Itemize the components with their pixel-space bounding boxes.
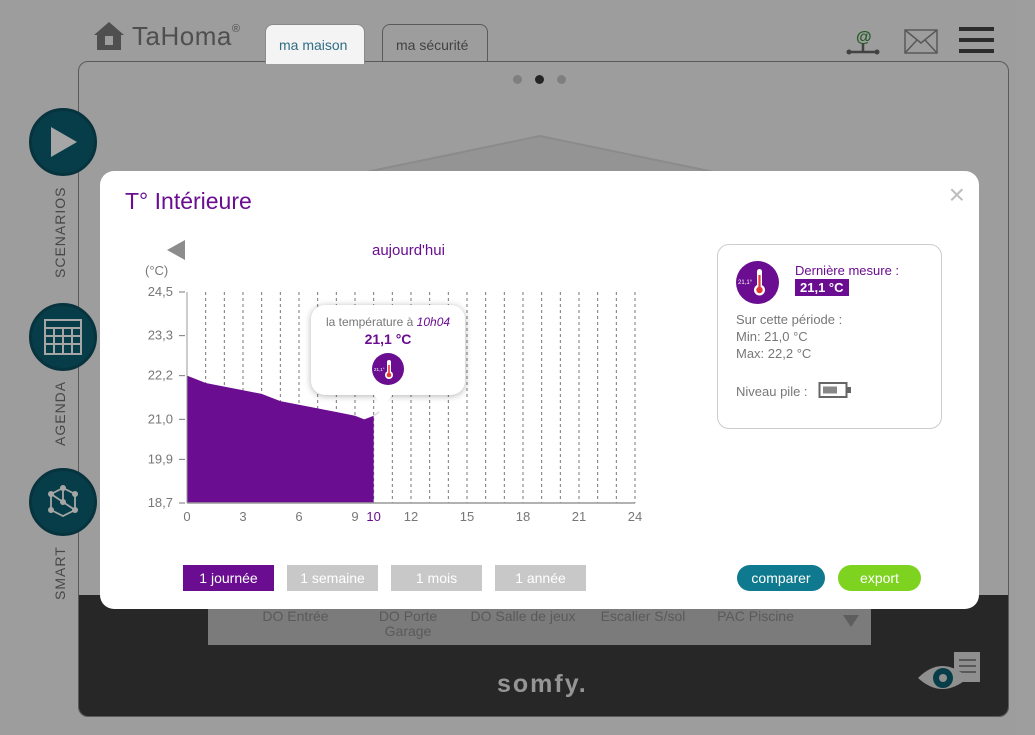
export-button[interactable]: export	[838, 565, 921, 591]
period-button-year[interactable]: 1 année	[495, 565, 586, 591]
x-tick-label: 21	[572, 509, 586, 524]
tooltip-value: 21,1 °C	[364, 331, 412, 347]
compare-button[interactable]: comparer	[737, 565, 825, 591]
y-tick-label: 19,9	[148, 451, 173, 466]
x-tick-label: 6	[295, 509, 302, 524]
y-tick-label: 23,3	[148, 328, 173, 343]
period-max-value: Max: 22,2 °C	[736, 346, 812, 361]
x-tick-label: 0	[183, 509, 190, 524]
svg-text:21,1°: 21,1°	[738, 280, 753, 286]
series-tail-line	[373, 411, 380, 417]
last-measure-value: 21,1 °C	[795, 279, 849, 296]
period-summary-label: Sur cette période :	[736, 312, 843, 327]
temperature-modal: T° Intérieure × 18,7 19,9 21,0 22,2 23,3 24,5…	[100, 171, 979, 609]
x-tick-label: 9	[351, 509, 358, 524]
tooltip-caption: la température à 10h04	[325, 315, 451, 329]
y-tick-label: 24,5	[148, 284, 173, 299]
period-label: aujourd'hui	[372, 242, 445, 259]
x-tick-label: 15	[460, 509, 474, 524]
period-selector: 1 journée 1 semaine 1 mois 1 année	[183, 565, 586, 591]
battery-level-label: Niveau pile :	[736, 384, 808, 399]
close-icon[interactable]: ×	[949, 181, 965, 209]
thermometer-icon: 21,1°	[736, 261, 779, 304]
x-tick-label: 24	[628, 509, 642, 524]
current-time-label: 10	[366, 509, 380, 524]
tab-ma-maison[interactable]: ma maison	[265, 24, 365, 64]
last-measure-label: Dernière mesure :	[795, 263, 900, 278]
y-tick-label: 22,2	[148, 368, 173, 383]
period-button-month[interactable]: 1 mois	[391, 565, 482, 591]
chart-tooltip: la température à 10h04 21,1 °C 21,1°	[311, 305, 465, 407]
y-tick-label: 18,7	[148, 495, 173, 510]
previous-period-icon[interactable]	[167, 240, 185, 260]
y-tick-label: 21,0	[148, 411, 173, 426]
x-tick-label: 3	[239, 509, 246, 524]
battery-icon	[818, 382, 851, 398]
period-button-week[interactable]: 1 semaine	[287, 565, 378, 591]
period-min-value: Min: 21,0 °C	[736, 329, 808, 344]
svg-text:21,1°: 21,1°	[374, 367, 385, 372]
period-button-day[interactable]: 1 journée	[183, 565, 274, 591]
thermometer-icon: 21,1°	[372, 353, 404, 385]
chart-unit-label: (°C)	[145, 263, 169, 278]
x-tick-label: 12	[404, 509, 418, 524]
measure-info-card: 21,1° Dernière mesure : 21,1 °C Sur cett…	[717, 244, 942, 429]
x-tick-label: 18	[516, 509, 530, 524]
